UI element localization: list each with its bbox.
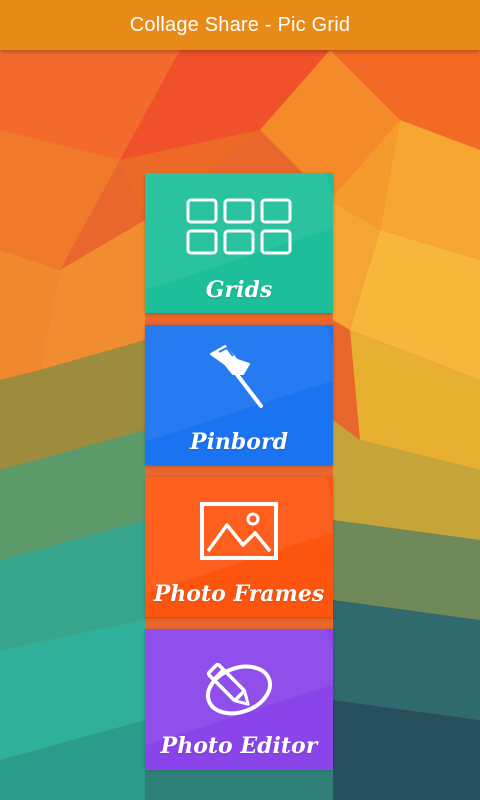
photo-frames-button[interactable]: Photo Frames [145,477,333,617]
photo-editor-button[interactable]: Photo Editor [145,629,333,769]
photo-editor-label: Photo Editor [160,733,318,759]
title-bar: Collage Share - Pic Grid [0,0,480,50]
grids-button[interactable]: Grids [145,173,333,313]
edit-pencil-icon [199,649,279,717]
photo-frames-label: Photo Frames [153,581,325,607]
menu-tiles: Grids Pinbord Photo Frames Photo Editor [145,173,333,781]
pushpin-icon [199,345,279,413]
picture-icon [199,497,279,565]
grid-icon [185,193,293,261]
pinbord-label: Pinbord [190,429,288,455]
app-screen: Collage Share - Pic Grid Grids Pinbord P… [0,0,480,800]
pinbord-button[interactable]: Pinbord [145,325,333,465]
grids-label: Grids [205,277,273,303]
app-title: Collage Share - Pic Grid [129,13,351,36]
